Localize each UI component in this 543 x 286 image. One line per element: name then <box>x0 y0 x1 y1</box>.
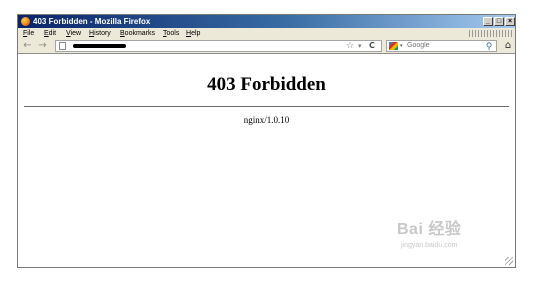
window-title: 403 Forbidden - Mozilla Firefox <box>33 17 151 26</box>
reload-icon[interactable]: C <box>369 41 375 51</box>
title-bar[interactable]: 403 Forbidden - Mozilla Firefox _ □ × <box>18 15 515 28</box>
search-bar: ▾ ⚲ <box>386 40 497 52</box>
server-signature: nginx/1.0.10 <box>243 115 290 125</box>
menu-bar: File Edit View History Bookmarks Tools H… <box>18 28 515 39</box>
horizontal-rule <box>24 106 509 107</box>
bookmark-star-icon[interactable]: ☆ <box>346 41 354 51</box>
page-title: 403 Forbidden <box>207 74 326 95</box>
forward-button[interactable]: → <box>37 40 48 52</box>
google-engine-icon[interactable] <box>389 42 398 50</box>
navigation-toolbar: ← → ☆ ▾ C ▾ ⚲ ⌂ <box>18 39 515 54</box>
home-button[interactable]: ⌂ <box>502 40 514 52</box>
maximize-button[interactable]: □ <box>494 17 504 26</box>
menu-bookmarks[interactable]: Bookmarks <box>120 30 155 38</box>
baidu-watermark: Bai 经验 jingyan.baidu.com <box>397 221 497 259</box>
search-input[interactable] <box>407 41 477 51</box>
menu-file[interactable]: File <box>23 30 34 38</box>
firefox-logo-icon[interactable] <box>21 17 30 26</box>
page-icon <box>59 42 66 50</box>
toolbar-grip <box>469 30 513 37</box>
search-go-icon[interactable]: ⚲ <box>484 41 494 51</box>
watermark-url: jingyan.baidu.com <box>401 242 458 249</box>
menu-edit[interactable]: Edit <box>44 30 56 38</box>
close-button[interactable]: × <box>505 17 515 26</box>
minimize-button[interactable]: _ <box>483 17 493 26</box>
watermark-brand: Bai 经验 <box>397 221 462 238</box>
menu-history[interactable]: History <box>89 30 111 38</box>
menu-view[interactable]: View <box>66 30 81 38</box>
menu-help[interactable]: Help <box>186 30 200 38</box>
engine-dropdown-icon[interactable]: ▾ <box>400 41 403 51</box>
url-text-redacted <box>73 44 126 48</box>
back-button[interactable]: ← <box>22 40 33 52</box>
address-bar[interactable]: ☆ ▾ C <box>55 40 382 52</box>
menu-tools[interactable]: Tools <box>163 30 179 38</box>
history-dropdown-icon[interactable]: ▾ <box>358 41 362 51</box>
resize-grip-icon[interactable] <box>505 257 513 265</box>
